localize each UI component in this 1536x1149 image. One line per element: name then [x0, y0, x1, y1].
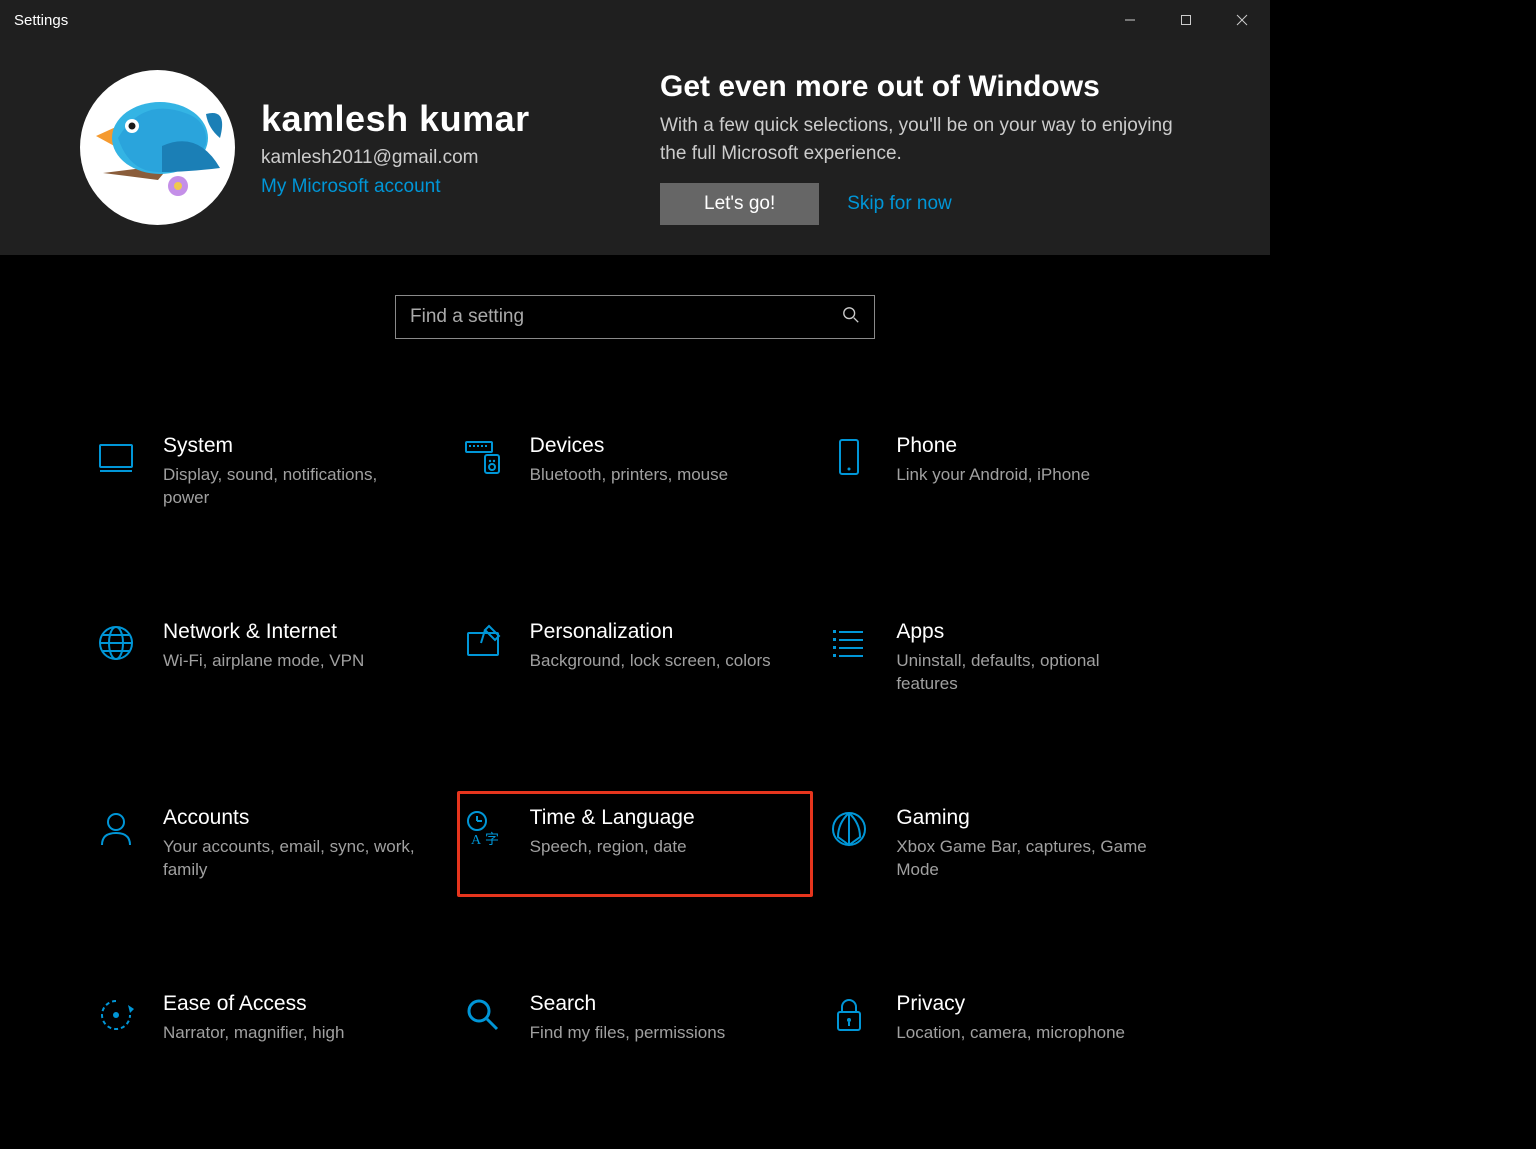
- personalization-icon: [460, 620, 506, 666]
- ease-of-access-icon: [93, 992, 139, 1038]
- category-text: Search Find my files, permissions: [530, 992, 726, 1045]
- category-desc: Wi-Fi, airplane mode, VPN: [163, 650, 364, 673]
- promo-title: Get even more out of Windows: [660, 70, 1190, 104]
- search-box[interactable]: [395, 295, 875, 339]
- maximize-button[interactable]: [1158, 0, 1214, 40]
- category-desc: Display, sound, notifications, power: [163, 464, 423, 510]
- maximize-icon: [1180, 14, 1192, 26]
- category-devices[interactable]: Devices Bluetooth, printers, mouse: [457, 419, 814, 525]
- profile-name: kamlesh kumar: [261, 98, 530, 140]
- promo-subtitle: With a few quick selections, you'll be o…: [660, 112, 1190, 167]
- window-controls: [1102, 0, 1270, 40]
- privacy-icon: [826, 992, 872, 1038]
- content-area: System Display, sound, notifications, pow…: [0, 255, 1270, 1060]
- svg-text:字: 字: [485, 832, 499, 848]
- category-text: Network & Internet Wi-Fi, airplane mode, …: [163, 620, 364, 673]
- svg-text:A: A: [471, 833, 482, 848]
- category-text: Privacy Location, camera, microphone: [896, 992, 1125, 1045]
- category-desc: Background, lock screen, colors: [530, 650, 771, 673]
- category-text: Phone Link your Android, iPhone: [896, 434, 1090, 487]
- category-search[interactable]: Search Find my files, permissions: [457, 977, 814, 1060]
- category-desc: Xbox Game Bar, captures, Game Mode: [896, 836, 1156, 882]
- close-button[interactable]: [1214, 0, 1270, 40]
- category-time-language[interactable]: A字 Time & Language Speech, region, date: [457, 791, 814, 897]
- search-icon: [842, 306, 860, 329]
- time-language-icon: A字: [460, 806, 506, 852]
- category-gaming[interactable]: Gaming Xbox Game Bar, captures, Game Mode: [823, 791, 1180, 897]
- category-accounts[interactable]: Accounts Your accounts, email, sync, work…: [90, 791, 447, 897]
- category-desc: Find my files, permissions: [530, 1022, 726, 1045]
- profile-text: kamlesh kumar kamlesh2011@gmail.com My M…: [261, 98, 530, 198]
- avatar-bird-icon: [88, 78, 228, 218]
- close-icon: [1236, 14, 1248, 26]
- apps-icon: [826, 620, 872, 666]
- category-title: Phone: [896, 434, 1090, 458]
- category-title: Apps: [896, 620, 1156, 644]
- lets-go-button[interactable]: Let's go!: [660, 183, 819, 225]
- promo-actions: Let's go! Skip for now: [660, 183, 1190, 225]
- category-phone[interactable]: Phone Link your Android, iPhone: [823, 419, 1180, 525]
- promo-block: Get even more out of Windows With a few …: [660, 70, 1190, 225]
- skip-for-now-link[interactable]: Skip for now: [847, 193, 952, 215]
- category-text: Accounts Your accounts, email, sync, work…: [163, 806, 423, 882]
- header-section: kamlesh kumar kamlesh2011@gmail.com My M…: [0, 40, 1270, 255]
- search-icon: [460, 992, 506, 1038]
- network-icon: [93, 620, 139, 666]
- category-title: Devices: [530, 434, 728, 458]
- minimize-button[interactable]: [1102, 0, 1158, 40]
- category-title: Personalization: [530, 620, 771, 644]
- category-desc: Your accounts, email, sync, work, family: [163, 836, 423, 882]
- devices-icon: [460, 434, 506, 480]
- category-ease-of-access[interactable]: Ease of Access Narrator, magnifier, high: [90, 977, 447, 1060]
- category-apps[interactable]: Apps Uninstall, defaults, optional featur…: [823, 605, 1180, 711]
- category-text: Personalization Background, lock screen, …: [530, 620, 771, 673]
- category-desc: Uninstall, defaults, optional features: [896, 650, 1156, 696]
- profile-block: kamlesh kumar kamlesh2011@gmail.com My M…: [80, 70, 600, 225]
- category-title: System: [163, 434, 423, 458]
- gaming-icon: [826, 806, 872, 852]
- category-title: Privacy: [896, 992, 1125, 1016]
- category-desc: Narrator, magnifier, high: [163, 1022, 344, 1045]
- category-network[interactable]: Network & Internet Wi-Fi, airplane mode, …: [90, 605, 447, 711]
- category-title: Network & Internet: [163, 620, 364, 644]
- category-desc: Speech, region, date: [530, 836, 695, 859]
- search-input[interactable]: [410, 306, 832, 328]
- category-text: Devices Bluetooth, printers, mouse: [530, 434, 728, 487]
- category-title: Gaming: [896, 806, 1156, 830]
- settings-window: Settings: [0, 0, 1270, 951]
- window-title: Settings: [14, 12, 68, 29]
- category-privacy[interactable]: Privacy Location, camera, microphone: [823, 977, 1180, 1060]
- category-system[interactable]: System Display, sound, notifications, pow…: [90, 419, 447, 525]
- category-desc: Bluetooth, printers, mouse: [530, 464, 728, 487]
- category-title: Accounts: [163, 806, 423, 830]
- category-desc: Link your Android, iPhone: [896, 464, 1090, 487]
- category-title: Time & Language: [530, 806, 695, 830]
- my-microsoft-account-link[interactable]: My Microsoft account: [261, 176, 530, 198]
- category-text: Ease of Access Narrator, magnifier, high: [163, 992, 344, 1045]
- profile-email: kamlesh2011@gmail.com: [261, 147, 530, 169]
- category-text: Gaming Xbox Game Bar, captures, Game Mode: [896, 806, 1156, 882]
- phone-icon: [826, 434, 872, 480]
- system-icon: [93, 434, 139, 480]
- category-text: System Display, sound, notifications, pow…: [163, 434, 423, 510]
- avatar[interactable]: [80, 70, 235, 225]
- category-title: Search: [530, 992, 726, 1016]
- accounts-icon: [93, 806, 139, 852]
- minimize-icon: [1124, 14, 1136, 26]
- category-text: Time & Language Speech, region, date: [530, 806, 695, 859]
- category-title: Ease of Access: [163, 992, 344, 1016]
- category-personalization[interactable]: Personalization Background, lock screen, …: [457, 605, 814, 711]
- categories-grid: System Display, sound, notifications, pow…: [90, 419, 1180, 1060]
- category-text: Apps Uninstall, defaults, optional featur…: [896, 620, 1156, 696]
- category-desc: Location, camera, microphone: [896, 1022, 1125, 1045]
- search-row: [90, 295, 1180, 339]
- titlebar: Settings: [0, 0, 1270, 40]
